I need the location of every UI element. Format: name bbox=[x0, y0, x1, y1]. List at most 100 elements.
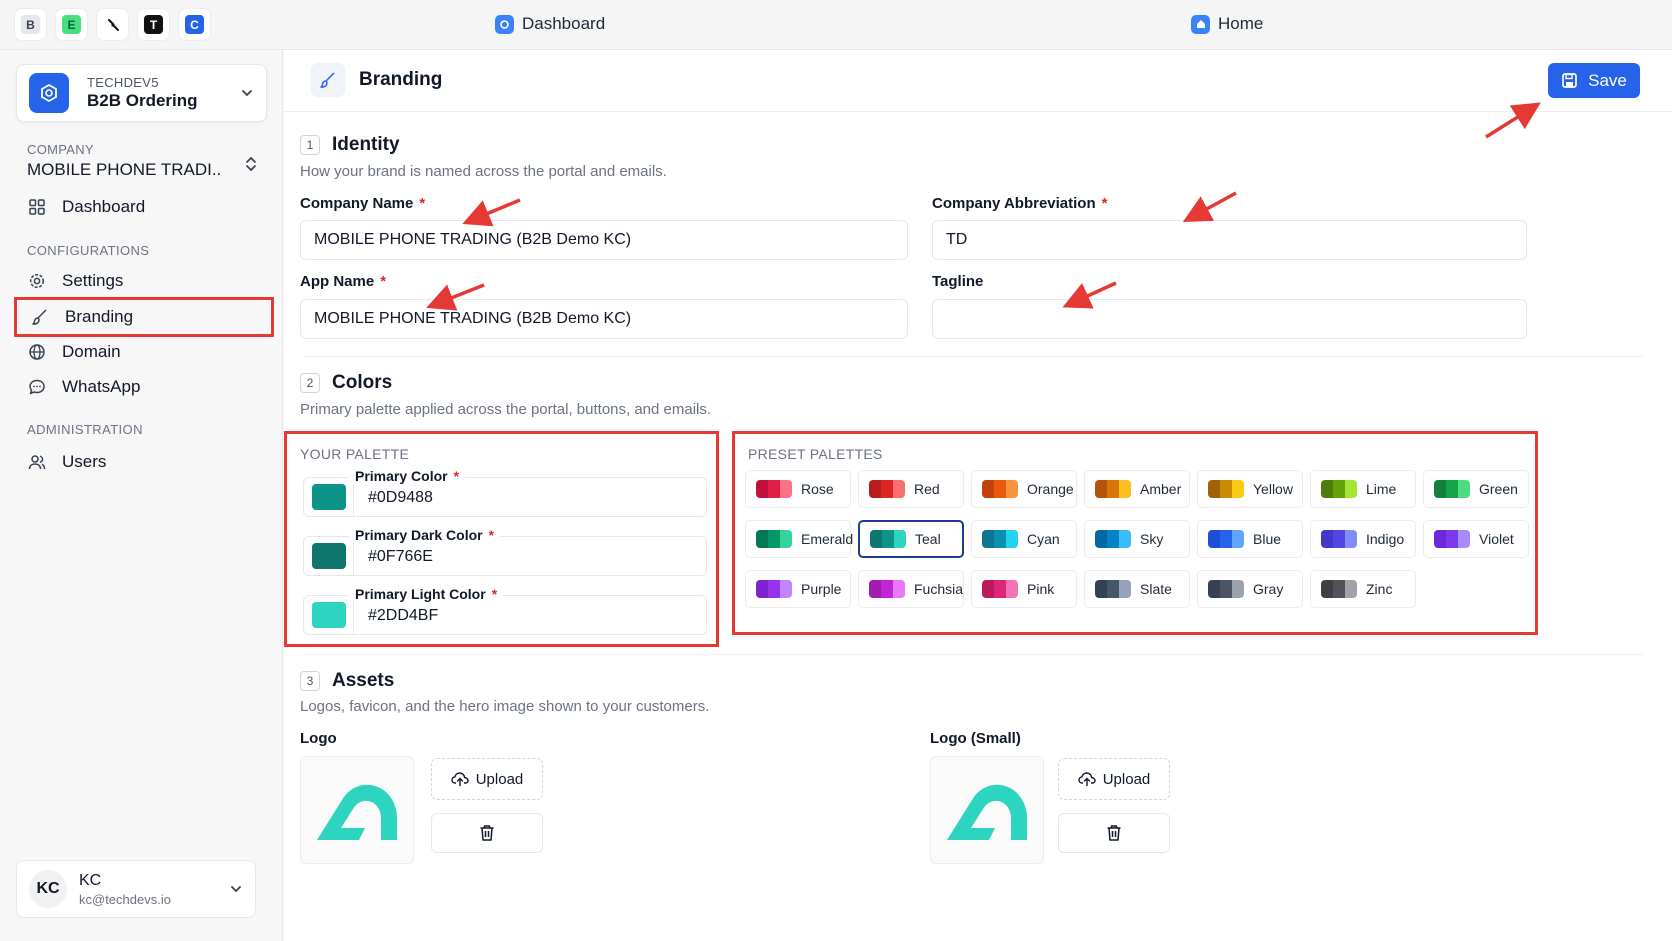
logo-delete-button[interactable] bbox=[431, 813, 543, 853]
swatch-chip bbox=[756, 580, 768, 598]
swatch-chip bbox=[1333, 580, 1345, 598]
swatch-chip bbox=[1095, 580, 1107, 598]
trash-icon bbox=[1107, 825, 1121, 841]
sidebar-item-branding[interactable]: Branding bbox=[14, 297, 274, 337]
org-subtitle: TECHDEV5 bbox=[87, 75, 159, 90]
chevron-down-icon bbox=[242, 90, 252, 97]
swatch-chip bbox=[893, 580, 905, 598]
extension-t[interactable]: T bbox=[137, 8, 170, 41]
preset-lime[interactable]: Lime bbox=[1310, 470, 1416, 508]
dashboard-link[interactable]: Dashboard bbox=[495, 14, 605, 34]
swatch-chip bbox=[982, 530, 994, 548]
administration-label: ADMINISTRATION bbox=[27, 422, 143, 437]
section-number-identity: 1 bbox=[300, 135, 320, 155]
sidebar-item-whatsapp[interactable]: WhatsApp bbox=[14, 367, 274, 407]
swatch-chip bbox=[1220, 480, 1232, 498]
preset-amber[interactable]: Amber bbox=[1084, 470, 1190, 508]
preset-swatches bbox=[869, 480, 905, 498]
preset-label: Fuchsia bbox=[914, 581, 964, 597]
extension-b[interactable]: B bbox=[14, 8, 47, 41]
avatar: KC bbox=[29, 870, 67, 908]
sidebar-item-domain[interactable]: Domain bbox=[14, 332, 274, 372]
swatch-chip bbox=[1446, 480, 1458, 498]
swatch-chip bbox=[1446, 530, 1458, 548]
primary-dark-color-swatch[interactable] bbox=[311, 543, 346, 569]
app-name-input[interactable] bbox=[300, 299, 908, 339]
swatch-chip bbox=[870, 530, 882, 548]
preset-gray[interactable]: Gray bbox=[1197, 570, 1303, 608]
preset-swatches bbox=[1095, 480, 1131, 498]
preset-swatches bbox=[756, 530, 792, 548]
preset-slate[interactable]: Slate bbox=[1084, 570, 1190, 608]
primary-color-value: #0D9488 bbox=[368, 489, 433, 506]
preset-swatches bbox=[1208, 530, 1244, 548]
swatch-chip bbox=[1345, 530, 1357, 548]
logo-small-upload-button[interactable]: Upload bbox=[1058, 758, 1170, 800]
swatch-chip bbox=[982, 480, 994, 498]
swatch-chip bbox=[1345, 480, 1357, 498]
swatch-chip bbox=[894, 530, 906, 548]
preset-blue[interactable]: Blue bbox=[1197, 520, 1303, 558]
org-switcher[interactable]: TECHDEV5 B2B Ordering bbox=[16, 64, 267, 122]
extension-link[interactable] bbox=[96, 8, 129, 41]
swatch-chip bbox=[994, 530, 1006, 548]
home-link[interactable]: Home bbox=[1191, 14, 1263, 34]
primary-dark-color-label: Primary Dark Color * bbox=[349, 527, 501, 543]
preset-red[interactable]: Red bbox=[858, 470, 964, 508]
sidebar-item-dashboard[interactable]: Dashboard bbox=[14, 187, 274, 227]
preset-sky[interactable]: Sky bbox=[1084, 520, 1190, 558]
preset-cyan[interactable]: Cyan bbox=[971, 520, 1077, 558]
primary-color-swatch[interactable] bbox=[311, 484, 346, 510]
primary-light-color-swatch[interactable] bbox=[311, 602, 346, 628]
sidebar-item-users[interactable]: Users bbox=[14, 442, 274, 482]
configurations-label: CONFIGURATIONS bbox=[27, 243, 150, 258]
preset-violet[interactable]: Violet bbox=[1423, 520, 1529, 558]
preset-zinc[interactable]: Zinc bbox=[1310, 570, 1416, 608]
swatch-chip bbox=[780, 480, 792, 498]
swatch-chip bbox=[881, 580, 893, 598]
preset-label: Cyan bbox=[1027, 531, 1060, 547]
top-bar: B E T C Dashboard Home bbox=[0, 0, 1672, 50]
extension-c[interactable]: C bbox=[178, 8, 211, 41]
preset-teal[interactable]: Teal bbox=[858, 520, 964, 558]
preset-swatches bbox=[870, 530, 906, 548]
preset-orange[interactable]: Orange bbox=[971, 470, 1077, 508]
preset-label: Sky bbox=[1140, 531, 1164, 547]
main-content: Branding Save 1 Identity How your brand … bbox=[284, 50, 1672, 941]
globe-icon bbox=[29, 344, 45, 360]
user-menu[interactable]: KC KC kc@techdevs.io bbox=[16, 860, 256, 918]
trash-icon bbox=[480, 825, 494, 841]
preset-emerald[interactable]: Emerald bbox=[745, 520, 853, 558]
preset-fuchsia[interactable]: Fuchsia bbox=[858, 570, 964, 608]
preset-swatches bbox=[1321, 530, 1357, 548]
preset-swatches bbox=[1208, 580, 1244, 598]
company-abbreviation-input[interactable] bbox=[932, 220, 1527, 260]
company-name-input[interactable] bbox=[300, 220, 908, 260]
preset-swatches bbox=[982, 480, 1018, 498]
swatch-chip bbox=[982, 580, 994, 598]
preset-indigo[interactable]: Indigo bbox=[1310, 520, 1416, 558]
section-number-colors: 2 bbox=[300, 373, 320, 393]
preset-swatches bbox=[982, 530, 1018, 548]
preset-purple[interactable]: Purple bbox=[745, 570, 851, 608]
swatch-chip bbox=[994, 480, 1006, 498]
colors-title: Colors bbox=[332, 372, 393, 393]
preset-label: Teal bbox=[915, 531, 941, 547]
preset-swatches bbox=[756, 580, 792, 598]
preset-green[interactable]: Green bbox=[1423, 470, 1529, 508]
swatch-chip bbox=[768, 530, 780, 548]
preset-palettes-panel: PRESET PALETTES Rose Red Orange Amber Yellow… bbox=[732, 431, 1538, 635]
company-selector[interactable]: MOBILE PHONE TRADI.. bbox=[27, 160, 221, 180]
save-button[interactable]: Save bbox=[1548, 63, 1640, 98]
tagline-input[interactable] bbox=[932, 299, 1527, 339]
logo-upload-button[interactable]: Upload bbox=[431, 758, 543, 800]
sidebar-item-settings[interactable]: Settings bbox=[14, 261, 274, 301]
swatch-chip bbox=[1333, 530, 1345, 548]
logo-small-delete-button[interactable] bbox=[1058, 813, 1170, 853]
chevron-up-down-icon[interactable] bbox=[244, 155, 258, 173]
preset-pink[interactable]: Pink bbox=[971, 570, 1077, 608]
extension-e[interactable]: E bbox=[55, 8, 88, 41]
preset-rose[interactable]: Rose bbox=[745, 470, 851, 508]
preset-yellow[interactable]: Yellow bbox=[1197, 470, 1303, 508]
user-name: KC bbox=[79, 871, 102, 889]
